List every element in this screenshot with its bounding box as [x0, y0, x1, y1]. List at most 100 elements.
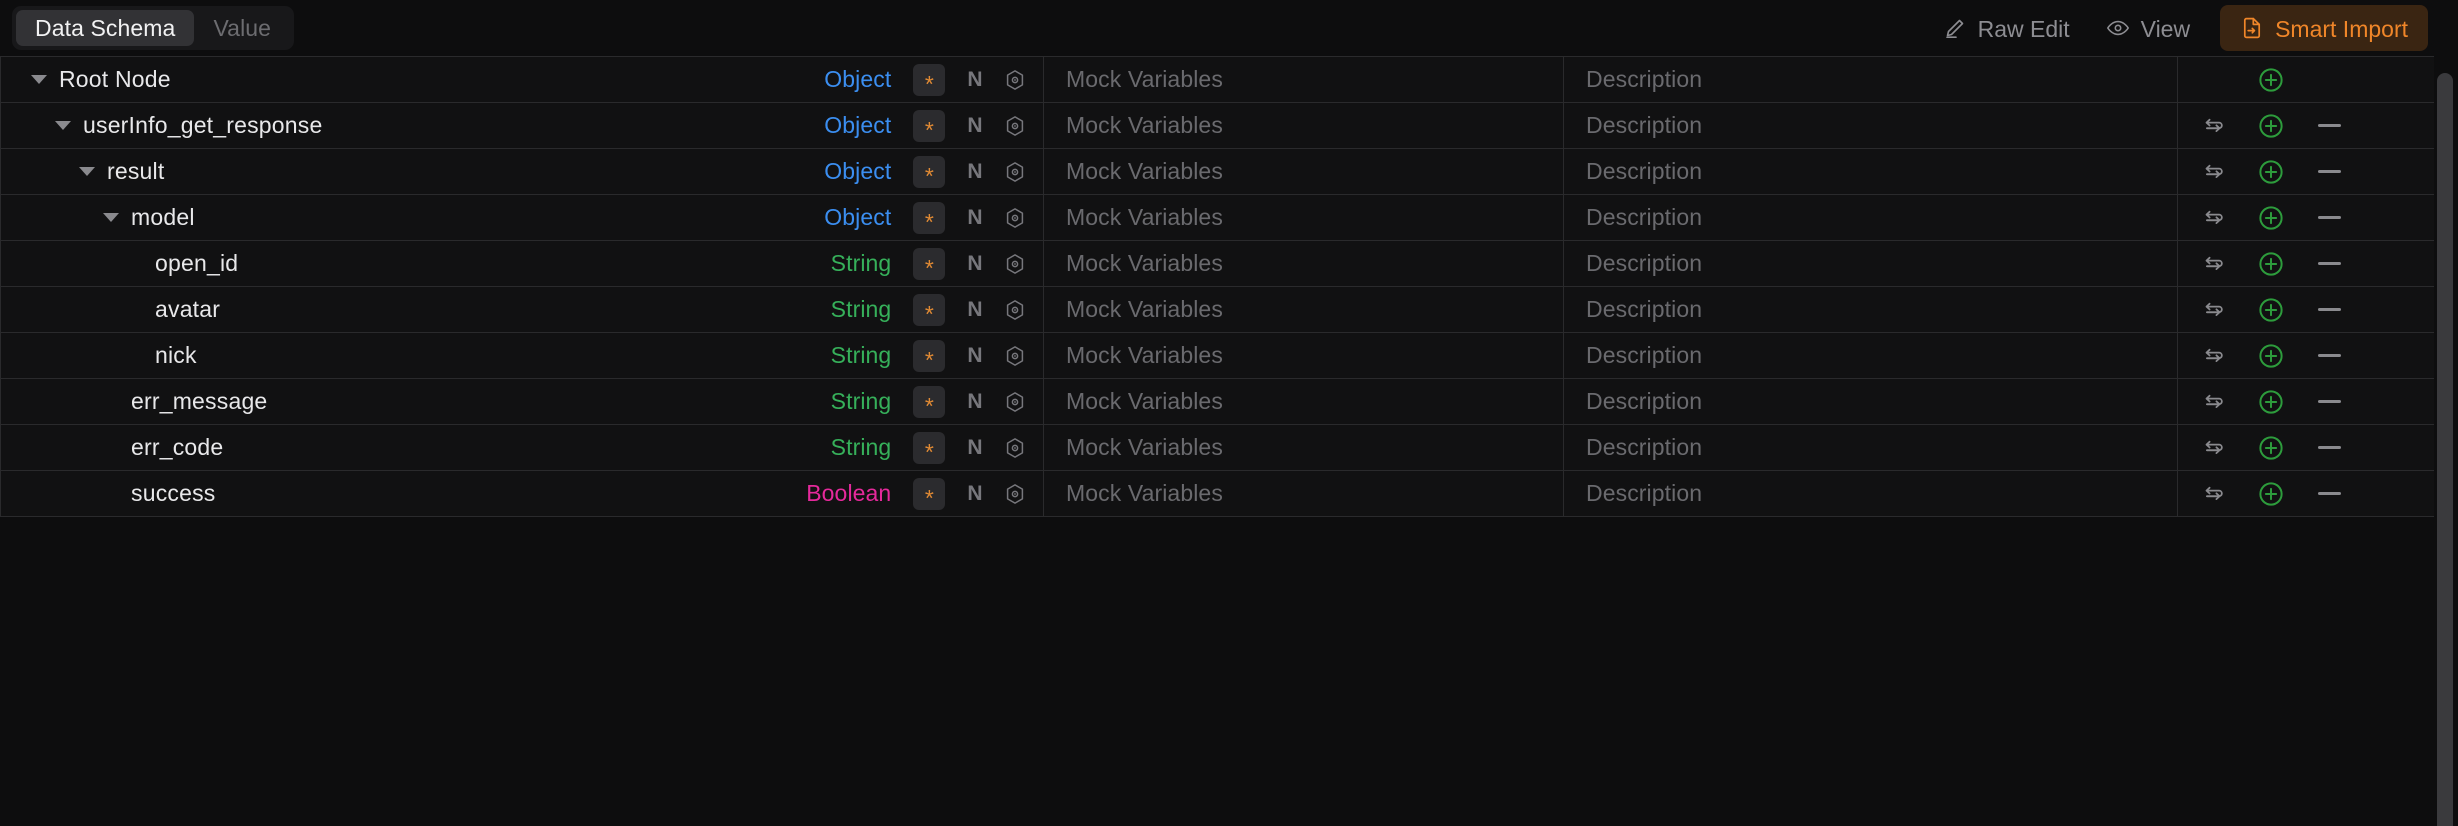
- remove-node-icon[interactable]: [2300, 425, 2358, 471]
- swap-type-icon[interactable]: [2184, 195, 2242, 241]
- raw-edit-button[interactable]: Raw Edit: [1925, 5, 2088, 51]
- description-cell[interactable]: Description: [1564, 425, 2178, 470]
- remove-node-icon[interactable]: [2300, 379, 2358, 425]
- settings-icon[interactable]: [1003, 298, 1027, 322]
- expand-toggle[interactable]: [99, 213, 123, 222]
- add-child-icon[interactable]: [2242, 425, 2300, 471]
- expand-toggle[interactable]: [75, 167, 99, 176]
- node-name-field[interactable]: err_code: [131, 434, 223, 461]
- mock-variables-cell[interactable]: Mock Variables: [1044, 471, 1564, 516]
- description-cell[interactable]: Description: [1564, 149, 2178, 194]
- nullable-toggle[interactable]: N: [967, 298, 983, 322]
- required-badge[interactable]: *: [913, 155, 946, 188]
- node-name-field[interactable]: avatar: [155, 296, 220, 323]
- nullable-toggle[interactable]: N: [967, 252, 983, 276]
- description-cell[interactable]: Description: [1564, 287, 2178, 332]
- description-cell[interactable]: Description: [1564, 471, 2178, 516]
- type-selector[interactable]: Object: [824, 158, 891, 185]
- required-badge[interactable]: *: [913, 201, 946, 234]
- mock-variables-cell[interactable]: Mock Variables: [1044, 241, 1564, 286]
- remove-node-icon[interactable]: [2300, 241, 2358, 287]
- vertical-scrollbar-thumb[interactable]: [2437, 73, 2453, 826]
- swap-type-icon[interactable]: [2184, 149, 2242, 195]
- nullable-toggle[interactable]: N: [967, 482, 983, 506]
- smart-import-button[interactable]: Smart Import: [2220, 5, 2428, 51]
- chevron-down-icon[interactable]: [103, 213, 119, 222]
- remove-node-icon[interactable]: [2300, 471, 2358, 517]
- add-child-icon[interactable]: [2242, 241, 2300, 287]
- remove-node-icon[interactable]: [2300, 333, 2358, 379]
- expand-toggle[interactable]: [27, 75, 51, 84]
- vertical-scrollbar[interactable]: [2434, 56, 2458, 826]
- view-button[interactable]: View: [2088, 5, 2208, 51]
- node-name-field[interactable]: model: [131, 204, 195, 231]
- description-cell[interactable]: Description: [1564, 379, 2178, 424]
- mock-variables-cell[interactable]: Mock Variables: [1044, 425, 1564, 470]
- remove-node-icon[interactable]: [2300, 195, 2358, 241]
- mock-variables-cell[interactable]: Mock Variables: [1044, 333, 1564, 378]
- nullable-toggle[interactable]: N: [967, 344, 983, 368]
- settings-icon[interactable]: [1003, 206, 1027, 230]
- swap-type-icon[interactable]: [2184, 379, 2242, 425]
- add-child-icon[interactable]: [2242, 333, 2300, 379]
- node-name-field[interactable]: nick: [155, 342, 197, 369]
- settings-icon[interactable]: [1003, 482, 1027, 506]
- required-badge[interactable]: *: [913, 339, 946, 372]
- nullable-toggle[interactable]: N: [967, 390, 983, 414]
- nullable-toggle[interactable]: N: [967, 160, 983, 184]
- settings-icon[interactable]: [1003, 68, 1027, 92]
- settings-icon[interactable]: [1003, 344, 1027, 368]
- nullable-toggle[interactable]: N: [967, 206, 983, 230]
- required-badge[interactable]: *: [913, 293, 946, 326]
- mock-variables-cell[interactable]: Mock Variables: [1044, 287, 1564, 332]
- settings-icon[interactable]: [1003, 390, 1027, 414]
- swap-type-icon[interactable]: [2184, 471, 2242, 517]
- swap-type-icon[interactable]: [2184, 333, 2242, 379]
- required-badge[interactable]: *: [913, 431, 946, 464]
- mock-variables-cell[interactable]: Mock Variables: [1044, 103, 1564, 148]
- description-cell[interactable]: Description: [1564, 241, 2178, 286]
- nullable-toggle[interactable]: N: [967, 114, 983, 138]
- node-name-field[interactable]: result: [107, 158, 164, 185]
- chevron-down-icon[interactable]: [79, 167, 95, 176]
- settings-icon[interactable]: [1003, 114, 1027, 138]
- node-name-field[interactable]: userInfo_get_response: [83, 112, 322, 139]
- mock-variables-cell[interactable]: Mock Variables: [1044, 379, 1564, 424]
- settings-icon[interactable]: [1003, 160, 1027, 184]
- type-selector[interactable]: Object: [824, 204, 891, 231]
- node-name-field[interactable]: Root Node: [59, 66, 171, 93]
- description-cell[interactable]: Description: [1564, 195, 2178, 240]
- required-badge[interactable]: *: [913, 385, 946, 418]
- add-child-icon[interactable]: [2242, 103, 2300, 149]
- expand-toggle[interactable]: [51, 121, 75, 130]
- remove-node-icon[interactable]: [2300, 287, 2358, 333]
- type-selector[interactable]: Boolean: [806, 480, 891, 507]
- type-selector[interactable]: String: [831, 388, 892, 415]
- nullable-toggle[interactable]: N: [967, 68, 983, 92]
- type-selector[interactable]: String: [831, 296, 892, 323]
- settings-icon[interactable]: [1003, 252, 1027, 276]
- node-name-field[interactable]: success: [131, 480, 215, 507]
- type-selector[interactable]: Object: [824, 112, 891, 139]
- required-badge[interactable]: *: [913, 477, 946, 510]
- description-cell[interactable]: Description: [1564, 57, 2178, 102]
- description-cell[interactable]: Description: [1564, 333, 2178, 378]
- swap-type-icon[interactable]: [2184, 241, 2242, 287]
- nullable-toggle[interactable]: N: [967, 436, 983, 460]
- type-selector[interactable]: String: [831, 342, 892, 369]
- settings-icon[interactable]: [1003, 436, 1027, 460]
- chevron-down-icon[interactable]: [55, 121, 71, 130]
- swap-type-icon[interactable]: [2184, 103, 2242, 149]
- node-name-field[interactable]: open_id: [155, 250, 238, 277]
- add-child-icon[interactable]: [2242, 471, 2300, 517]
- type-selector[interactable]: String: [831, 250, 892, 277]
- type-selector[interactable]: Object: [824, 66, 891, 93]
- add-child-icon[interactable]: [2242, 379, 2300, 425]
- tab-value[interactable]: Value: [194, 10, 290, 46]
- required-badge[interactable]: *: [913, 63, 946, 96]
- mock-variables-cell[interactable]: Mock Variables: [1044, 195, 1564, 240]
- node-name-field[interactable]: err_message: [131, 388, 267, 415]
- mock-variables-cell[interactable]: Mock Variables: [1044, 149, 1564, 194]
- remove-node-icon[interactable]: [2300, 103, 2358, 149]
- add-child-icon[interactable]: [2242, 57, 2300, 103]
